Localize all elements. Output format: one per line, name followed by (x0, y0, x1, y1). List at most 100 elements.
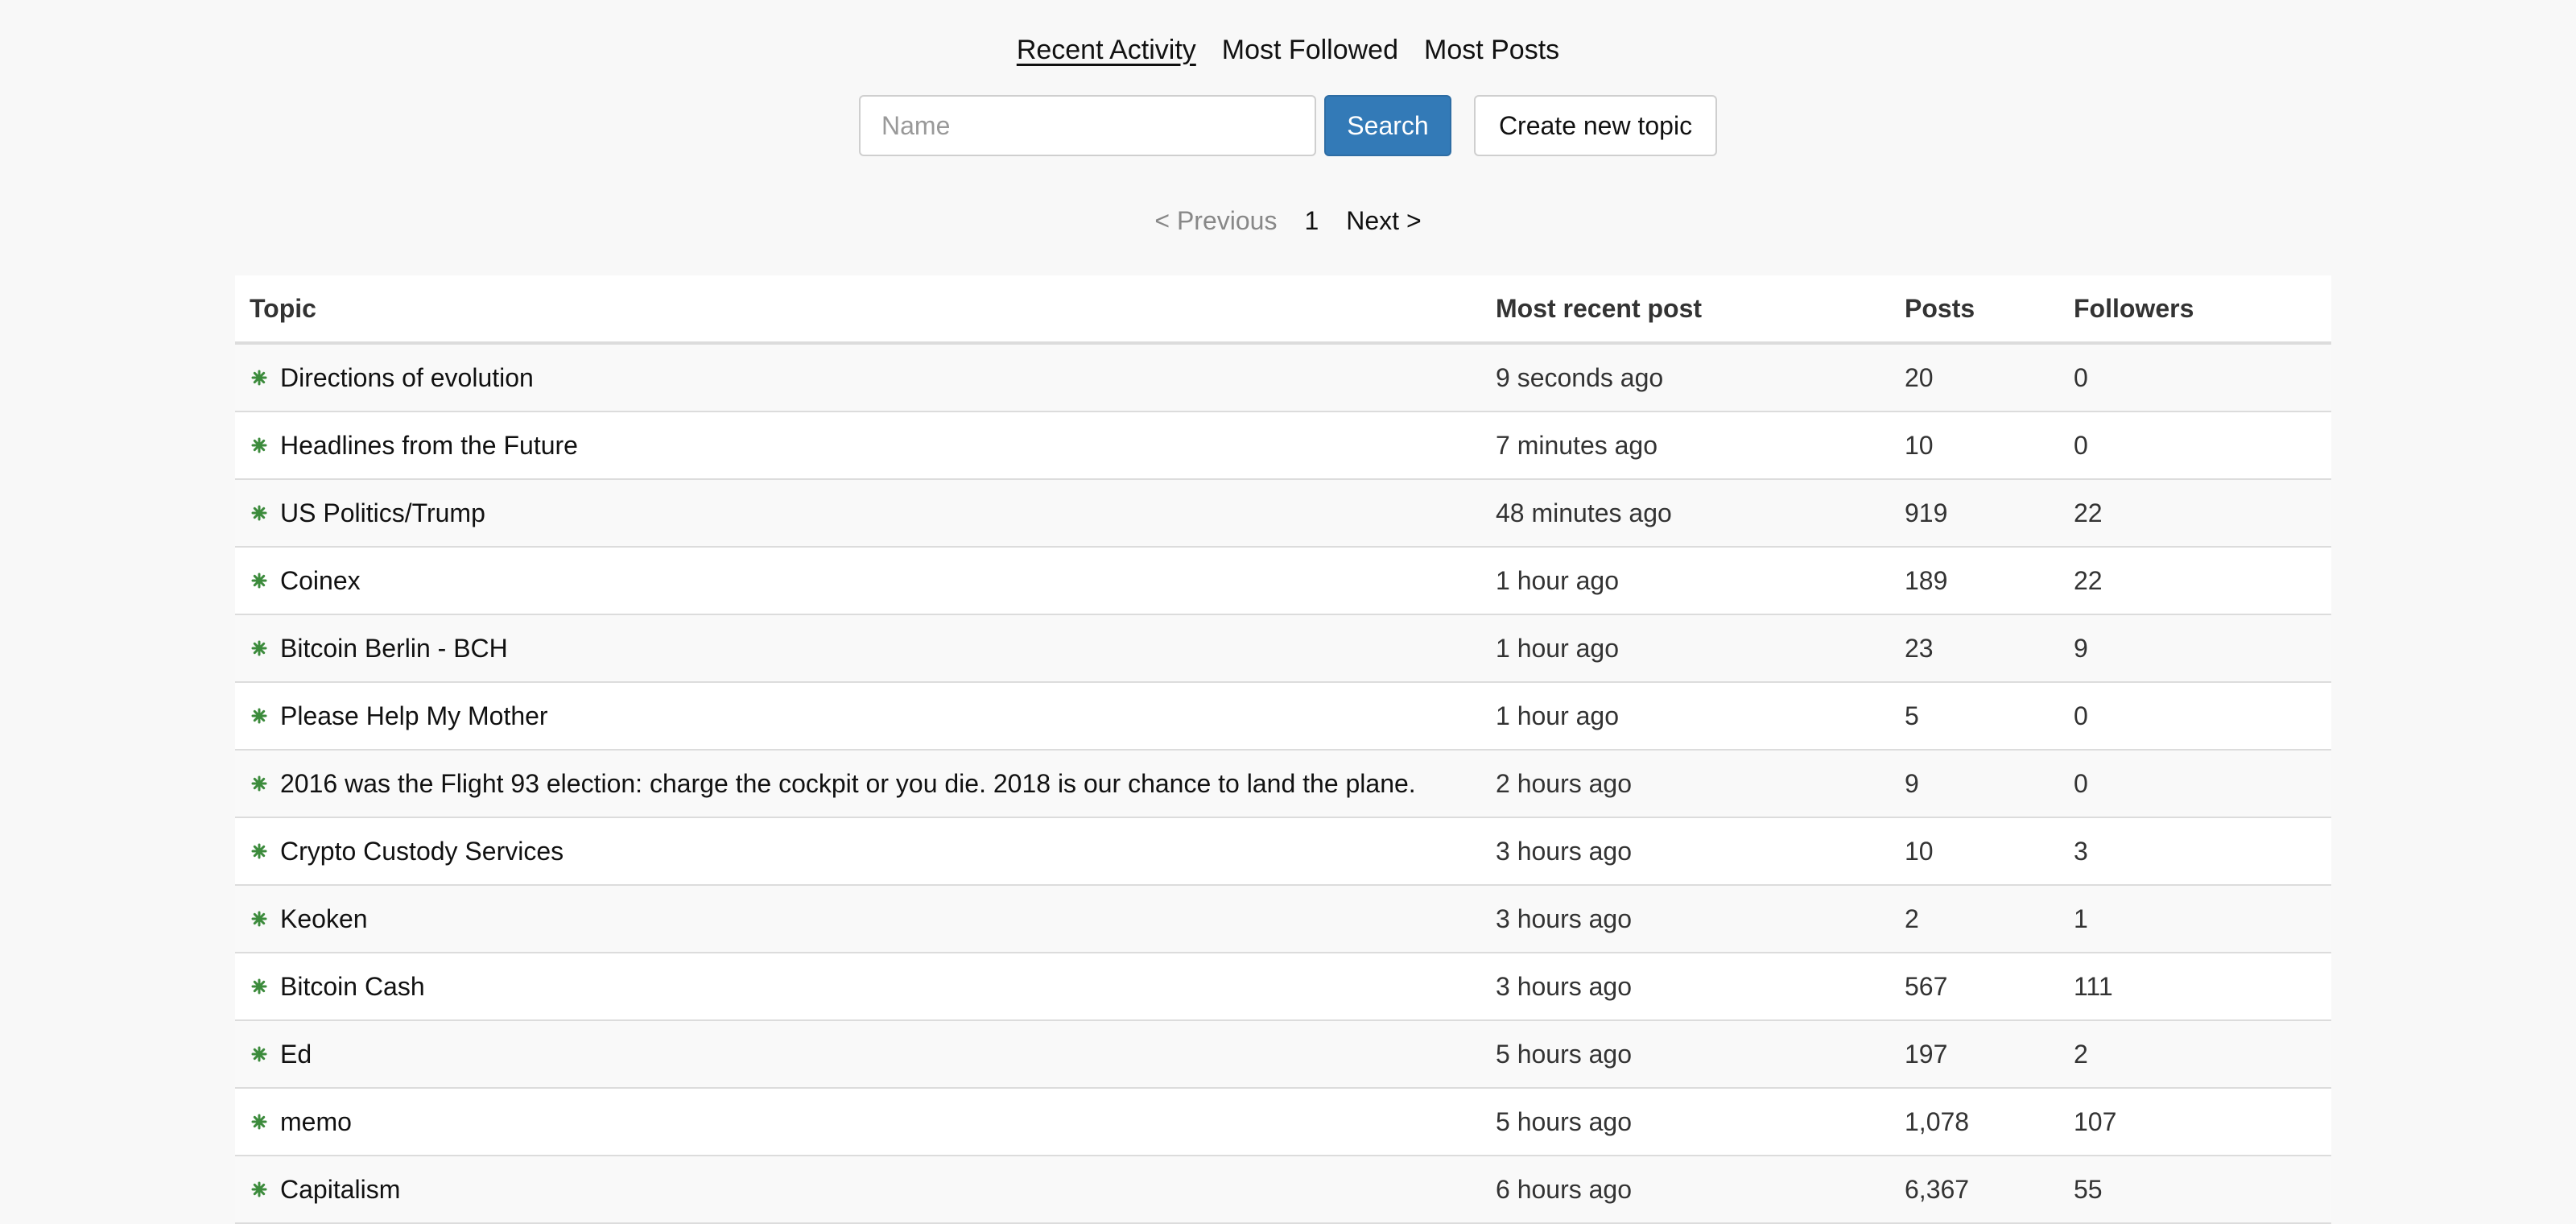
followers-count-cell: 0 (2074, 701, 2088, 730)
table-row: Ed 5 hours ago 197 2 (235, 1021, 2331, 1089)
table-body: Directions of evolution 9 seconds ago 20 0 H… (235, 345, 2331, 1224)
posts-count-cell: 10 (1905, 430, 1934, 460)
tab-recent-activity[interactable]: Recent Activity (1017, 31, 1196, 69)
posts-count-cell: 919 (1905, 498, 1948, 527)
most-recent-post-cell: 1 hour ago (1496, 633, 1620, 663)
tab-most-posts[interactable]: Most Posts (1424, 31, 1559, 69)
topic-link[interactable]: Crypto Custody Services (280, 837, 564, 866)
topic-icon (251, 573, 267, 589)
table-row: Please Help My Mother 1 hour ago 5 0 (235, 683, 2331, 751)
topic-cell: Crypto Custody Services (235, 837, 1496, 866)
topic-icon (251, 370, 267, 386)
posts-count-cell: 6,367 (1905, 1174, 1970, 1204)
most-recent-post-cell: 5 hours ago (1496, 1039, 1633, 1069)
tab-most-followed[interactable]: Most Followed (1222, 31, 1398, 69)
topic-link[interactable]: Ed (280, 1040, 312, 1069)
posts-count-cell: 5 (1905, 701, 1919, 730)
topic-icon (251, 1181, 267, 1197)
topic-link[interactable]: US Politics/Trump (280, 498, 485, 528)
posts-count-cell: 20 (1905, 362, 1934, 392)
topic-icon (251, 505, 267, 521)
followers-count-cell: 22 (2074, 565, 2103, 595)
posts-count-cell: 10 (1905, 836, 1934, 866)
table-row: 2016 was the Flight 93 election: charge … (235, 751, 2331, 818)
topic-cell: Ed (235, 1040, 1496, 1069)
most-recent-post-cell: 6 hours ago (1496, 1174, 1633, 1204)
most-recent-post-cell: 9 seconds ago (1496, 362, 1664, 392)
table-header: Topic Most recent post Posts Followers (235, 275, 2331, 345)
topic-icon (251, 1114, 267, 1130)
posts-count-cell: 9 (1905, 768, 1919, 798)
current-page: 1 (1304, 206, 1319, 235)
topic-cell: Bitcoin Berlin - BCH (235, 634, 1496, 664)
followers-count-cell: 3 (2074, 836, 2088, 866)
create-topic-button[interactable]: Create new topic (1474, 95, 1717, 156)
topic-icon (251, 437, 267, 453)
most-recent-post-cell: 3 hours ago (1496, 971, 1633, 1001)
search-button[interactable]: Search (1324, 95, 1451, 156)
topic-link[interactable]: 2016 was the Flight 93 election: charge … (280, 769, 1416, 799)
posts-count-cell: 2 (1905, 904, 1919, 933)
followers-count-cell: 107 (2074, 1106, 2117, 1136)
topic-link[interactable]: Keoken (280, 904, 368, 934)
topic-link[interactable]: Capitalism (280, 1175, 400, 1205)
table-row: Headlines from the Future 7 minutes ago 10… (235, 412, 2331, 480)
followers-count-cell: 55 (2074, 1174, 2103, 1204)
next-page-link[interactable]: Next > (1346, 201, 1421, 240)
followers-count-cell: 9 (2074, 633, 2088, 663)
topic-link[interactable]: Directions of evolution (280, 363, 534, 393)
topic-link[interactable]: Bitcoin Cash (280, 972, 425, 1002)
table-row: Bitcoin Berlin - BCH 1 hour ago 23 9 (235, 615, 2331, 683)
followers-count-cell: 2 (2074, 1039, 2088, 1069)
topic-link[interactable]: Bitcoin Berlin - BCH (280, 634, 508, 664)
header-posts: Posts (1905, 293, 1975, 323)
posts-count-cell: 189 (1905, 565, 1948, 595)
most-recent-post-cell: 2 hours ago (1496, 768, 1633, 798)
posts-count-cell: 23 (1905, 633, 1934, 663)
topic-cell: Directions of evolution (235, 363, 1496, 393)
followers-count-cell: 0 (2074, 430, 2088, 460)
topic-icon (251, 640, 267, 656)
search-input[interactable] (859, 95, 1316, 156)
header-most-recent-post: Most recent post (1496, 293, 1703, 323)
topic-cell: US Politics/Trump (235, 498, 1496, 528)
most-recent-post-cell: 48 minutes ago (1496, 498, 1672, 527)
pagination: < Previous 1 Next > (0, 201, 2576, 240)
followers-count-cell: 111 (2074, 971, 2113, 1001)
topics-table: Topic Most recent post Posts Followers D… (235, 275, 2331, 1224)
most-recent-post-cell: 1 hour ago (1496, 701, 1620, 730)
followers-count-cell: 0 (2074, 362, 2088, 392)
topic-link[interactable]: Please Help My Mother (280, 701, 548, 731)
topic-link[interactable]: Headlines from the Future (280, 431, 578, 461)
most-recent-post-cell: 1 hour ago (1496, 565, 1620, 595)
table-row: Coinex 1 hour ago 189 22 (235, 548, 2331, 615)
topic-cell: Coinex (235, 566, 1496, 596)
topic-icon (251, 843, 267, 859)
topic-cell: Keoken (235, 904, 1496, 934)
posts-count-cell: 1,078 (1905, 1106, 1970, 1136)
topic-link[interactable]: Coinex (280, 566, 361, 596)
posts-count-cell: 197 (1905, 1039, 1948, 1069)
topic-icon (251, 911, 267, 927)
table-row: US Politics/Trump 48 minutes ago 919 22 (235, 480, 2331, 548)
topic-cell: memo (235, 1107, 1496, 1137)
table-row: Keoken 3 hours ago 2 1 (235, 886, 2331, 953)
table-row: Directions of evolution 9 seconds ago 20 0 (235, 345, 2331, 412)
previous-page-link: < Previous (1154, 206, 1278, 235)
followers-count-cell: 22 (2074, 498, 2103, 527)
most-recent-post-cell: 3 hours ago (1496, 836, 1633, 866)
most-recent-post-cell: 3 hours ago (1496, 904, 1633, 933)
topic-icon (251, 1046, 267, 1062)
topic-icon (251, 978, 267, 994)
table-row: Crypto Custody Services 3 hours ago 10 3 (235, 818, 2331, 886)
sort-tabs: Recent Activity Most Followed Most Posts (0, 31, 2576, 69)
topic-cell: 2016 was the Flight 93 election: charge … (235, 769, 1496, 799)
search-bar: Search Create new topic (0, 95, 2576, 156)
posts-count-cell: 567 (1905, 971, 1948, 1001)
topic-icon (251, 708, 267, 724)
most-recent-post-cell: 7 minutes ago (1496, 430, 1658, 460)
topic-link[interactable]: memo (280, 1107, 352, 1137)
topic-cell: Headlines from the Future (235, 431, 1496, 461)
most-recent-post-cell: 5 hours ago (1496, 1106, 1633, 1136)
followers-count-cell: 0 (2074, 768, 2088, 798)
